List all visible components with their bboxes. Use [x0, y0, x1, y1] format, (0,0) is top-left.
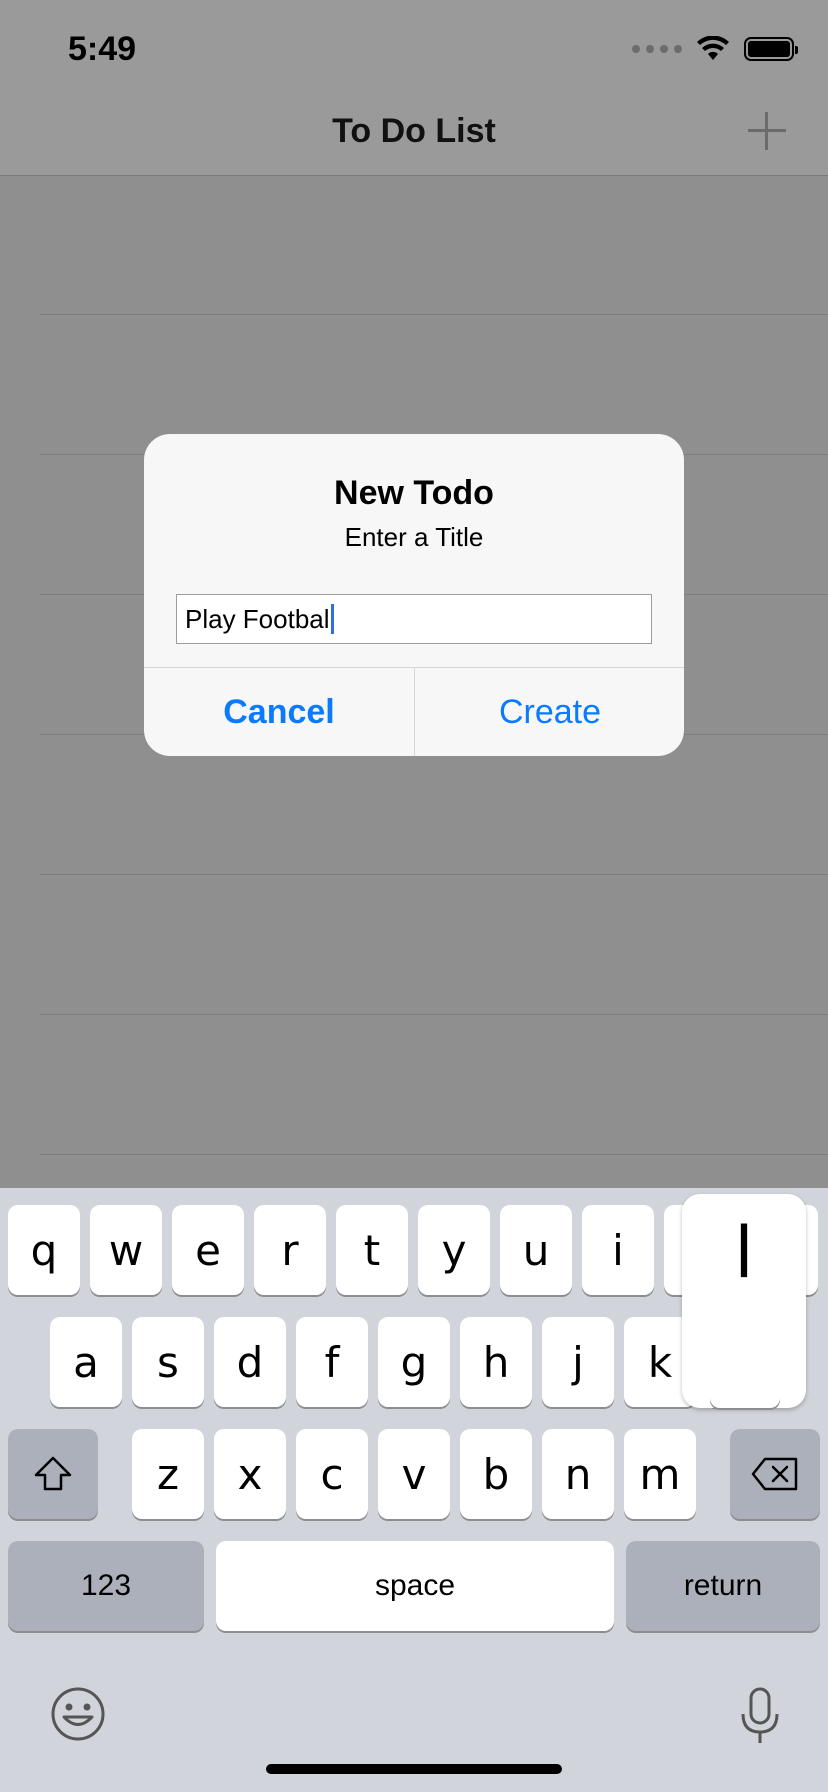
key-z[interactable]: z — [132, 1429, 204, 1519]
list-separator — [40, 1014, 828, 1015]
wifi-icon — [697, 36, 729, 60]
dialog-message: Enter a Title — [344, 522, 484, 552]
status-bar: 5:49 — [0, 0, 828, 96]
cancel-button[interactable]: Cancel — [144, 668, 414, 756]
key-h[interactable]: h — [460, 1317, 532, 1407]
key-n[interactable]: n — [542, 1429, 614, 1519]
key-b[interactable]: b — [460, 1429, 532, 1519]
key-e[interactable]: e — [172, 1205, 244, 1295]
status-time: 5:49 — [68, 30, 137, 68]
battery-icon — [744, 37, 798, 61]
key-r[interactable]: r — [254, 1205, 326, 1295]
backspace-key[interactable] — [730, 1429, 820, 1519]
list-separator — [40, 314, 828, 315]
numbers-key[interactable]: 123 — [8, 1541, 204, 1631]
key-c[interactable]: c — [296, 1429, 368, 1519]
title-input-value: Play Footbal — [185, 603, 330, 634]
plus-icon[interactable] — [744, 108, 790, 154]
microphone-icon[interactable] — [738, 1686, 782, 1746]
navigation-bar: To Do List — [0, 96, 828, 176]
key-popup-char: l — [734, 1212, 754, 1294]
key-w[interactable]: w — [90, 1205, 162, 1295]
emoji-icon[interactable] — [50, 1686, 106, 1742]
new-todo-dialog: New Todo Enter a Title Play Footbal Canc… — [144, 434, 684, 756]
space-key[interactable]: space — [216, 1541, 614, 1631]
status-icons — [632, 36, 798, 62]
home-indicator[interactable] — [266, 1764, 562, 1774]
key-u[interactable]: u — [500, 1205, 572, 1295]
key-y[interactable]: y — [418, 1205, 490, 1295]
key-v[interactable]: v — [378, 1429, 450, 1519]
list-separator — [40, 874, 828, 875]
key-t[interactable]: t — [336, 1205, 408, 1295]
key-popup-stem — [710, 1300, 780, 1408]
key-a[interactable]: a — [50, 1317, 122, 1407]
text-cursor — [330, 604, 334, 634]
title-input[interactable]: Play Footbal — [176, 594, 652, 644]
key-g[interactable]: g — [378, 1317, 450, 1407]
signal-icon — [632, 45, 682, 53]
page-title: To Do List — [332, 112, 496, 150]
key-m[interactable]: m — [624, 1429, 696, 1519]
key-q[interactable]: q — [8, 1205, 80, 1295]
dialog-title: New Todo — [334, 474, 494, 512]
key-j[interactable]: j — [542, 1317, 614, 1407]
shift-icon — [34, 1456, 72, 1491]
key-i[interactable]: i — [582, 1205, 654, 1295]
key-f[interactable]: f — [296, 1317, 368, 1407]
shift-key[interactable] — [8, 1429, 98, 1519]
create-button[interactable]: Create — [415, 668, 684, 756]
return-key[interactable]: return — [626, 1541, 820, 1631]
key-x[interactable]: x — [214, 1429, 286, 1519]
backspace-icon — [751, 1457, 798, 1491]
key-s[interactable]: s — [132, 1317, 204, 1407]
list-separator — [40, 1154, 828, 1155]
key-d[interactable]: d — [214, 1317, 286, 1407]
